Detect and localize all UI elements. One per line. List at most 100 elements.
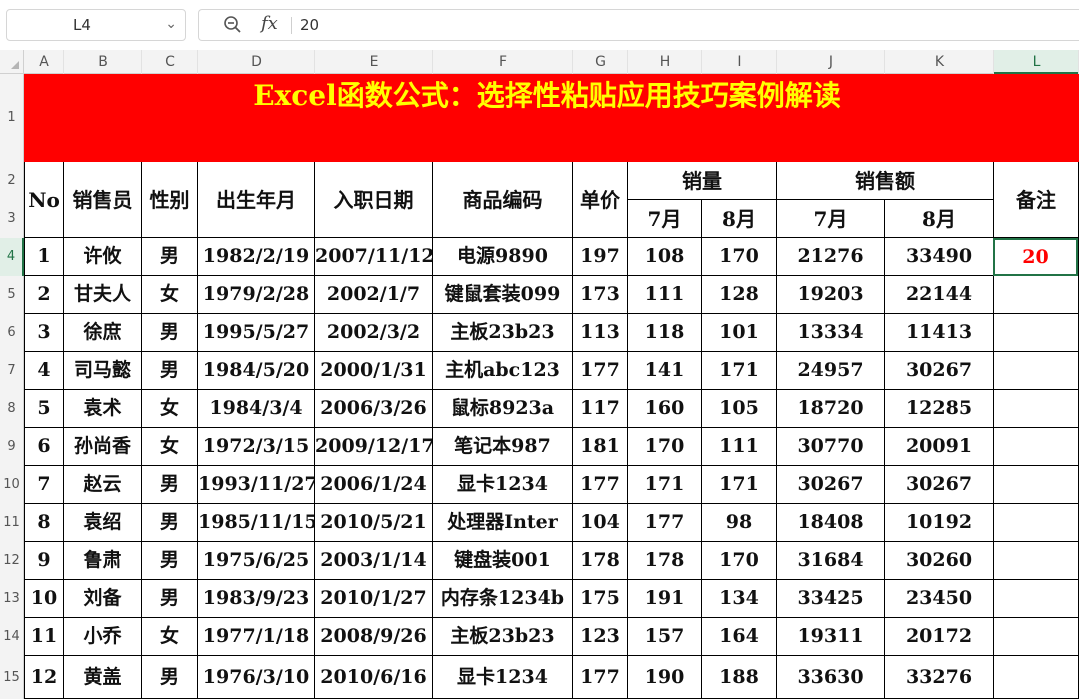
cell-price[interactable]: 117	[573, 390, 628, 428]
cell-gender[interactable]: 女	[142, 390, 198, 428]
header-amount-july[interactable]: 7月	[777, 200, 885, 238]
cell-notes[interactable]	[994, 504, 1079, 542]
header-birth[interactable]: 出生年月	[198, 162, 315, 238]
cell-salesperson[interactable]: 刘备	[64, 580, 142, 618]
column-header-F[interactable]: F	[433, 50, 573, 74]
cell-amt7[interactable]: 33425	[777, 580, 885, 618]
cell-product[interactable]: 主板23b23	[433, 618, 573, 656]
cell-product[interactable]: 主板23b23	[433, 314, 573, 352]
cell-gender[interactable]: 男	[142, 466, 198, 504]
cell-price[interactable]: 173	[573, 276, 628, 314]
cell-birth[interactable]: 1979/2/28	[198, 276, 315, 314]
cell-amt8[interactable]: 30260	[885, 542, 994, 580]
cell-salesperson[interactable]: 黄盖	[64, 656, 142, 699]
cell-hire[interactable]: 2007/11/12	[315, 238, 433, 276]
cell-salesperson[interactable]: 许攸	[64, 238, 142, 276]
active-cell-l4[interactable]: 20	[993, 238, 1078, 276]
cell-amt8[interactable]: 11413	[885, 314, 994, 352]
cell-hire[interactable]: 2009/12/17	[315, 428, 433, 466]
row-header-15[interactable]: 15	[0, 656, 24, 699]
cell-amt7[interactable]: 18720	[777, 390, 885, 428]
cell-qty8[interactable]: 111	[702, 428, 777, 466]
cell-salesperson[interactable]: 孙尚香	[64, 428, 142, 466]
cell-notes[interactable]	[994, 618, 1079, 656]
cell-qty7[interactable]: 111	[628, 276, 702, 314]
cell-gender[interactable]: 男	[142, 656, 198, 699]
cell-price[interactable]: 197	[573, 238, 628, 276]
row-header-8[interactable]: 8	[0, 390, 24, 428]
column-header-D[interactable]: D	[198, 50, 315, 74]
header-no[interactable]: No	[24, 162, 64, 238]
column-header-A[interactable]: A	[24, 50, 64, 74]
cell-birth[interactable]: 1972/3/15	[198, 428, 315, 466]
row-header-12[interactable]: 12	[0, 542, 24, 580]
cell-qty8[interactable]: 164	[702, 618, 777, 656]
cell-gender[interactable]: 男	[142, 580, 198, 618]
cell-birth[interactable]: 1983/9/23	[198, 580, 315, 618]
cell-qty7[interactable]: 171	[628, 466, 702, 504]
cell-hire[interactable]: 2006/3/26	[315, 390, 433, 428]
cell-salesperson[interactable]: 甘夫人	[64, 276, 142, 314]
header-hire-date[interactable]: 入职日期	[315, 162, 433, 238]
cell-qty8[interactable]: 188	[702, 656, 777, 699]
cell-product[interactable]: 显卡1234	[433, 466, 573, 504]
cell-qty8[interactable]: 134	[702, 580, 777, 618]
column-header-L[interactable]: L	[994, 50, 1079, 74]
cell-price[interactable]: 177	[573, 466, 628, 504]
cell-no[interactable]: 10	[24, 580, 64, 618]
cell-birth[interactable]: 1984/3/4	[198, 390, 315, 428]
cell-hire[interactable]: 2010/5/21	[315, 504, 433, 542]
cell-no[interactable]: 3	[24, 314, 64, 352]
cell-qty8[interactable]: 101	[702, 314, 777, 352]
cell-product[interactable]: 处理器Inter	[433, 504, 573, 542]
column-header-I[interactable]: I	[702, 50, 777, 74]
cell-qty8[interactable]: 105	[702, 390, 777, 428]
cell-salesperson[interactable]: 袁术	[64, 390, 142, 428]
cell-qty7[interactable]: 118	[628, 314, 702, 352]
cell-hire[interactable]: 2000/1/31	[315, 352, 433, 390]
cell-qty7[interactable]: 191	[628, 580, 702, 618]
cell-no[interactable]: 1	[24, 238, 64, 276]
cell-birth[interactable]: 1984/5/20	[198, 352, 315, 390]
header-amount-august[interactable]: 8月	[885, 200, 994, 238]
cell-salesperson[interactable]: 袁绍	[64, 504, 142, 542]
column-header-H[interactable]: H	[628, 50, 702, 74]
cell-amt8[interactable]: 30267	[885, 352, 994, 390]
cell-notes[interactable]	[994, 428, 1079, 466]
cell-amt7[interactable]: 21276	[777, 238, 885, 276]
sheet-title[interactable]: Excel函数公式：选择性粘贴应用技巧案例解读	[24, 74, 1070, 162]
cell-amt7[interactable]: 31684	[777, 542, 885, 580]
cell-hire[interactable]: 2002/1/7	[315, 276, 433, 314]
name-box[interactable]: L4 ⌄	[6, 9, 186, 41]
cell-no[interactable]: 2	[24, 276, 64, 314]
cell-gender[interactable]: 女	[142, 428, 198, 466]
cell-price[interactable]: 181	[573, 428, 628, 466]
cell-gender[interactable]: 男	[142, 314, 198, 352]
cell-price[interactable]: 104	[573, 504, 628, 542]
cell-amt7[interactable]: 30267	[777, 466, 885, 504]
cell-amt8[interactable]: 23450	[885, 580, 994, 618]
cell-price[interactable]: 177	[573, 656, 628, 699]
fx-icon[interactable]: fx	[261, 13, 278, 34]
cell-product[interactable]: 笔记本987	[433, 428, 573, 466]
cell-price[interactable]: 175	[573, 580, 628, 618]
column-header-B[interactable]: B	[64, 50, 142, 74]
cell-no[interactable]: 12	[24, 656, 64, 699]
cell-qty8[interactable]: 98	[702, 504, 777, 542]
cell-qty8[interactable]: 171	[702, 466, 777, 504]
row-header-5[interactable]: 5	[0, 276, 24, 314]
row-header-13[interactable]: 13	[0, 580, 24, 618]
cell-hire[interactable]: 2003/1/14	[315, 542, 433, 580]
header-product-code[interactable]: 商品编码	[433, 162, 573, 238]
cell-product[interactable]: 鼠标8923a	[433, 390, 573, 428]
row-header-3[interactable]: 3	[0, 200, 24, 238]
cell-amt8[interactable]: 33276	[885, 656, 994, 699]
cell-no[interactable]: 8	[24, 504, 64, 542]
select-all-corner[interactable]	[0, 50, 24, 74]
cell-amt7[interactable]: 18408	[777, 504, 885, 542]
cell-hire[interactable]: 2006/1/24	[315, 466, 433, 504]
cell-qty7[interactable]: 170	[628, 428, 702, 466]
cell-gender[interactable]: 女	[142, 618, 198, 656]
cell-no[interactable]: 4	[24, 352, 64, 390]
cell-amt8[interactable]: 20172	[885, 618, 994, 656]
